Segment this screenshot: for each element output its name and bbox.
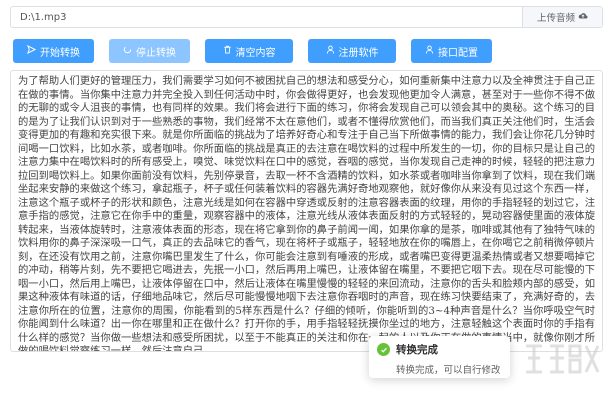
- toast-title: 转换完成: [396, 344, 438, 356]
- api-config-label: 接口配置: [438, 47, 478, 59]
- success-toast: 转换完成 转换完成，可以自行修改: [369, 336, 510, 378]
- file-path-bar: 上传音频: [10, 6, 603, 28]
- toast-message: 转换完成，可以自行修改: [396, 365, 501, 376]
- user-icon: [326, 45, 335, 57]
- cloud-upload-icon: [578, 12, 588, 23]
- upload-audio-label: 上传音频: [536, 13, 575, 24]
- trash-icon: [223, 45, 232, 57]
- clear-content-button[interactable]: 清空内容: [205, 39, 293, 63]
- send-icon: [26, 44, 37, 57]
- check-circle-icon: [377, 343, 390, 356]
- loading-icon: [123, 45, 132, 57]
- start-convert-button[interactable]: 开始转换: [13, 39, 94, 63]
- clear-content-label: 清空内容: [235, 47, 276, 59]
- api-config-button[interactable]: 接口配置: [411, 39, 492, 63]
- file-path-input[interactable]: [11, 7, 522, 27]
- toolbar: 开始转换 停止转换 清空内容 注册软件 接口配置: [13, 39, 507, 63]
- toast-header: 转换完成: [377, 342, 502, 357]
- register-software-label: 注册软件: [338, 47, 379, 59]
- register-software-button[interactable]: 注册软件: [308, 39, 396, 63]
- transcript-textarea[interactable]: 为了帮助人们更好的管理压力，我们需要学习如何不被困扰自己的想法和感受分心，如何重…: [10, 70, 603, 352]
- start-convert-label: 开始转换: [40, 47, 80, 59]
- stop-convert-button[interactable]: 停止转换: [109, 39, 190, 63]
- upload-audio-button[interactable]: 上传音频: [522, 7, 602, 27]
- user-icon: [425, 45, 434, 57]
- stop-convert-label: 停止转换: [136, 47, 176, 59]
